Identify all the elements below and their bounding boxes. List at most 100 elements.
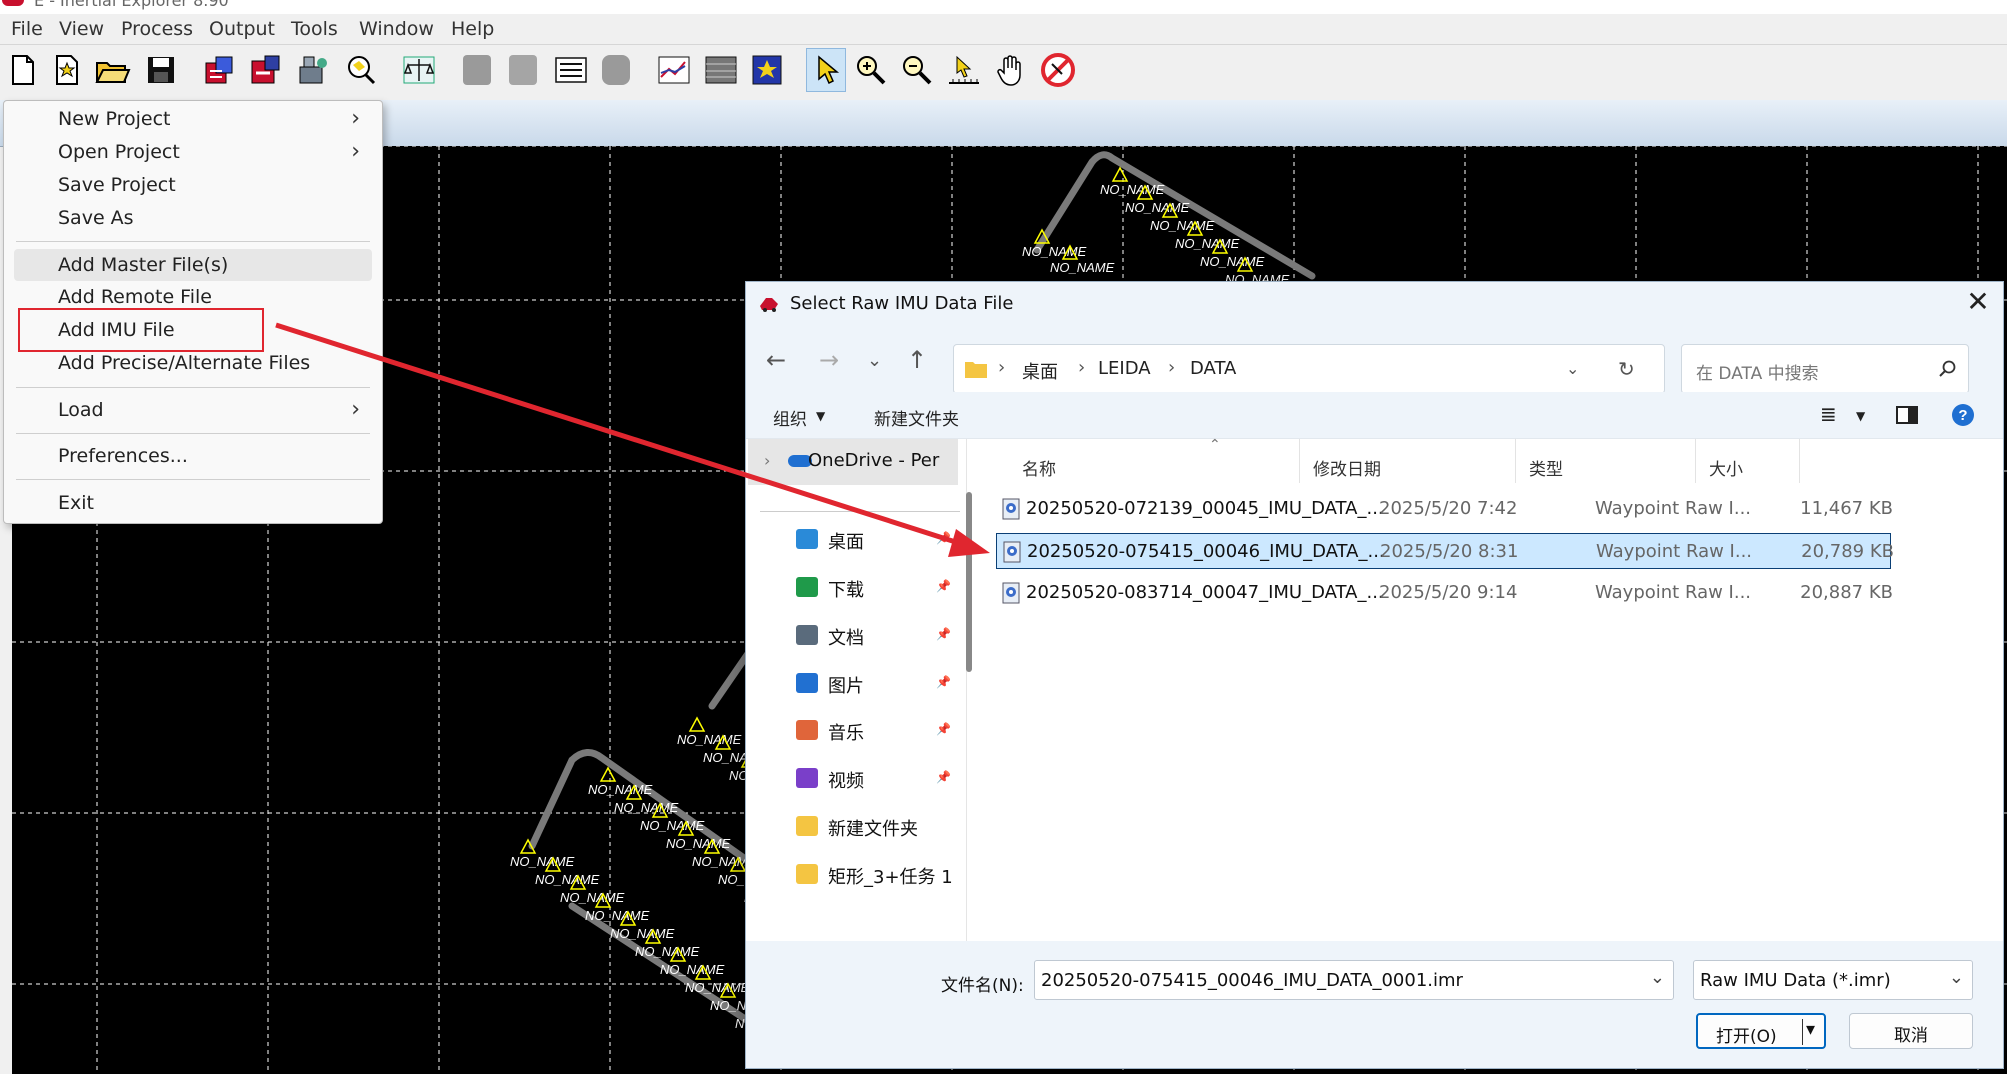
view-options-icon[interactable]: ≣ [1820,402,1837,426]
station-marker[interactable] [1111,166,1129,182]
zoom-in-icon[interactable] [851,50,891,90]
cancel-button[interactable]: 取消 [1849,1013,1973,1049]
menu-item-new-project[interactable]: New Project › [4,103,382,135]
station-label: NO_NAME [610,926,675,941]
close-icon[interactable]: ✕ [1963,288,1993,317]
save-icon[interactable] [141,50,181,90]
app-title: E - Inertial Explorer 8.90 [34,0,229,10]
file-row[interactable]: 20250520-075415_00046_IMU_DATA_... 2025/5… [996,533,1894,569]
document-icon [796,625,818,645]
file-row[interactable]: 20250520-072139_00045_IMU_DATA_... 2025/5… [996,491,1893,527]
list-icon[interactable] [551,50,591,90]
address-bar[interactable]: › 桌面 › LEIDA › DATA ⌄ ↻ [953,344,1665,394]
new-wizard-icon[interactable] [47,50,87,90]
recent-dropdown-icon[interactable]: ⌄ [867,350,882,371]
nav-item[interactable]: 图片 📌 [746,663,966,703]
file-date: 2025/5/20 8:31 [1380,541,1519,562]
pin-icon[interactable]: 📌 [936,722,951,736]
pin-icon[interactable]: 📌 [936,627,951,641]
view-dropdown-icon[interactable]: ▼ [1856,409,1865,423]
navigation-pane: › OneDrive - Per 桌面 📌 下载 📌 文档 📌 图片 📌 音乐 📌 视频 📌 新建文件夹… [746,439,967,941]
no-entry-icon[interactable] [1038,50,1078,90]
filetype-select[interactable]: Raw IMU Data (*.imr) ⌄ [1693,960,1973,1000]
breadcrumb-data[interactable]: DATA [1190,358,1236,379]
new-folder-button[interactable]: 新建文件夹 [874,405,959,430]
menu-item-exit[interactable]: Exit [4,487,382,519]
star-frame-icon[interactable] [747,50,787,90]
back-icon[interactable]: ← [766,346,786,374]
balance-icon[interactable] [399,50,439,90]
breadcrumb-desktop[interactable]: 桌面 [1022,358,1058,384]
chevron-down-icon[interactable]: ⌄ [1949,967,1964,988]
open-button[interactable]: 打开(O) ▾ [1696,1013,1826,1049]
menu-item-open-project[interactable]: Open Project › [4,136,382,168]
chart-icon[interactable] [654,50,694,90]
measure-icon[interactable] [944,50,984,90]
menu-item-save-as[interactable]: Save As [4,202,382,234]
file-row[interactable]: 20250520-083714_00047_IMU_DATA_... 2025/5… [996,575,1893,611]
pan-hand-icon[interactable] [991,50,1031,90]
open-dropdown-icon[interactable]: ▾ [1806,1019,1815,1040]
menu-file[interactable]: File [11,18,43,40]
pin-icon[interactable]: 📌 [936,531,951,545]
nav-item-label: 矩形_3+任务 1 [828,867,953,888]
nav-item[interactable]: 矩形_3+任务 1 [746,854,966,894]
menu-item-load[interactable]: Load › [4,394,382,426]
organize-dropdown-icon: ▼ [816,409,826,423]
search-box[interactable]: 在 DATA 中搜索 [1681,344,1969,394]
filename-label: 文件名(N): [941,976,1024,996]
nav-item[interactable]: 下载 📌 [746,567,966,607]
menu-view[interactable]: View [59,18,104,40]
nav-scrollbar[interactable] [966,492,972,672]
menu-tools[interactable]: Tools [291,18,338,40]
nav-item-label: 新建文件夹 [828,819,918,840]
nav-item-onedrive[interactable]: › OneDrive - Per [748,439,958,485]
column-type[interactable]: 类型 [1529,455,1563,480]
help-icon[interactable]: ? [1951,403,1975,427]
nav-item[interactable]: 新建文件夹 [746,806,966,846]
breadcrumb-leida[interactable]: LEIDA [1098,358,1151,379]
open-folder-icon[interactable] [93,50,133,90]
menu-help[interactable]: Help [451,18,494,40]
desktop-icon [796,529,818,549]
grey-tool-2-icon[interactable] [503,50,543,90]
forward-icon[interactable]: → [819,346,839,374]
pin-icon[interactable]: 📌 [936,770,951,784]
process-gnss-icon[interactable] [199,50,239,90]
up-icon[interactable]: ↑ [907,346,927,374]
menu-item-save-project[interactable]: Save Project [4,169,382,201]
grid-chart-icon[interactable] [701,50,741,90]
filename-input[interactable]: 20250520-075415_00046_IMU_DATA_0001.imr … [1034,960,1674,1000]
menu-process[interactable]: Process [121,18,193,40]
station-marker[interactable] [688,716,706,732]
column-size[interactable]: 大小 [1709,455,1743,480]
pin-icon[interactable]: 📌 [936,579,951,593]
nav-item[interactable]: 音乐 📌 [746,710,966,750]
nav-item[interactable]: 视频 📌 [746,758,966,798]
pin-icon[interactable]: 📌 [936,675,951,689]
menu-item-add-master-files[interactable]: Add Master File(s) [14,249,372,281]
menu-separator [16,479,370,480]
organize-menu[interactable]: 组织 [773,405,807,430]
process-imu-icon[interactable] [292,50,332,90]
process-tc-icon[interactable] [246,50,286,90]
zoom-out-icon[interactable] [897,50,937,90]
view-map-icon[interactable] [341,50,381,90]
nav-separator [760,511,960,512]
column-name[interactable]: 名称 [1022,455,1056,480]
pointer-icon[interactable] [806,48,846,92]
file-type: Waypoint Raw I... [1595,498,1752,519]
address-dropdown-icon[interactable]: ⌄ [1566,359,1579,378]
preview-pane-icon[interactable] [1896,406,1918,424]
menu-window[interactable]: Window [359,18,434,40]
chevron-down-icon[interactable]: ⌄ [1650,967,1665,988]
new-project-icon[interactable] [3,50,43,90]
nav-item[interactable]: 桌面 📌 [746,519,966,559]
refresh-icon[interactable]: ↻ [1618,357,1635,381]
nav-item[interactable]: 文档 📌 [746,615,966,655]
grey-tool-icon[interactable] [457,50,497,90]
column-date[interactable]: 修改日期 [1313,455,1381,480]
menu-output[interactable]: Output [209,18,275,40]
menu-item-preferences[interactable]: Preferences... [4,440,382,472]
grey-tool-3-icon[interactable] [596,50,636,90]
